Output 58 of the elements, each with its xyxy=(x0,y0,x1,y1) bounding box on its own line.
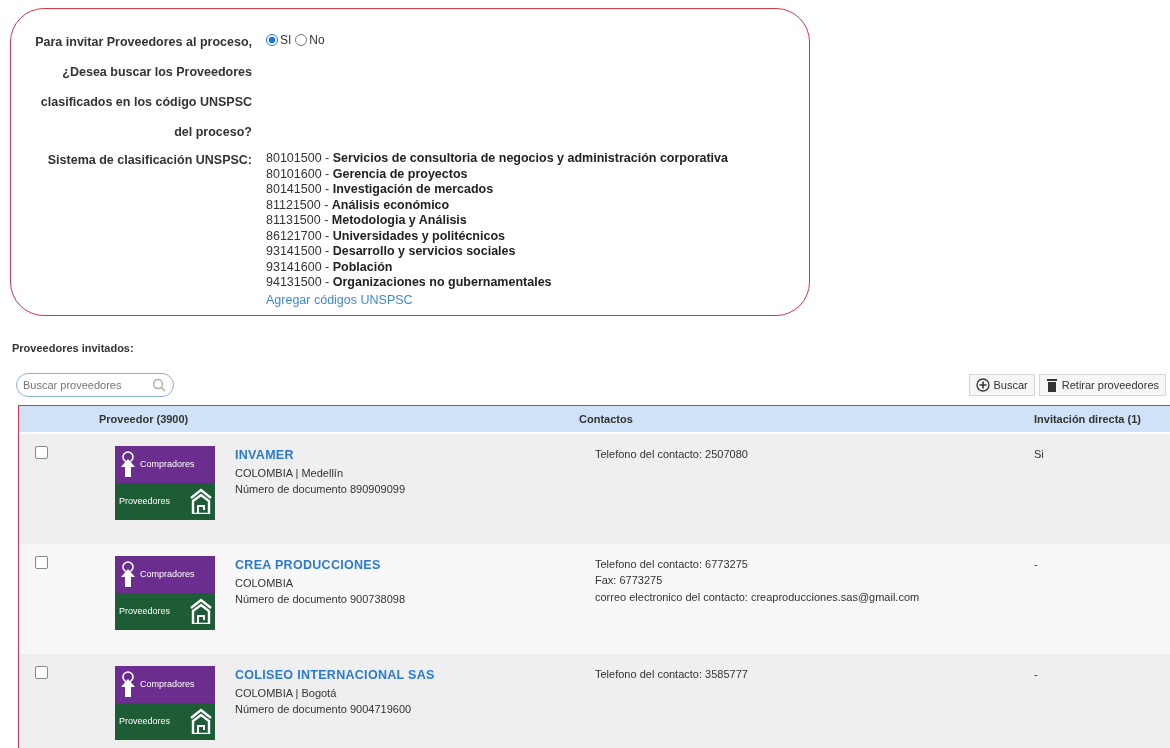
contact-text: correo electronico del contacto: creaproducciones.sas@gmail.com xyxy=(595,589,921,605)
question-label: Para invitar Proveedores al proceso, ¿Desea buscar los Proveedores clasificados en los código UNSPSC del proceso? xyxy=(34,34,253,141)
plus-circle-icon xyxy=(975,377,990,392)
code-item: 80101600 - Gerencia de proyectos xyxy=(266,166,469,182)
provider-name-link[interactable]: COLISEO INTERNACIONAL SAS xyxy=(235,667,435,682)
code-item: 80101500 - Servicios de consultoria de negocios y administración corporativa xyxy=(266,151,728,167)
logo-text: Compradores xyxy=(140,567,195,581)
provider-location: COLOMBIA | Bogotá xyxy=(235,685,338,701)
column-header: Proveedor (3900) xyxy=(99,412,189,425)
logo-text: Compradores xyxy=(140,457,195,471)
row-checkbox[interactable] xyxy=(35,555,48,569)
row-checkbox[interactable] xyxy=(35,445,48,459)
remove-button[interactable]: Retirar proveedores xyxy=(1038,373,1166,396)
column-header: Invitación directa (1) xyxy=(1034,412,1141,425)
provider-name-link[interactable]: CREA PRODUCCIONES xyxy=(235,557,381,572)
search-icon xyxy=(152,377,166,392)
code-item: 80141500 - Investigación de mercados xyxy=(266,182,495,198)
trash-icon xyxy=(1045,377,1058,392)
code-item: 93141600 - Población xyxy=(266,259,394,275)
code-item: 86121700 - Universidades y politécnicos xyxy=(266,228,507,244)
house-icon xyxy=(190,488,212,515)
invitation-text: - xyxy=(1034,667,1038,680)
radio-label[interactable]: No xyxy=(309,33,325,47)
contact-text: Telefono del contacto: 3585777 xyxy=(595,666,749,682)
provider-document: Número de documento 900738098 xyxy=(235,592,405,607)
logo-text: Compradores xyxy=(140,677,195,691)
logo-text: Proveedores xyxy=(119,494,171,508)
invitation-text: - xyxy=(1034,557,1038,570)
person-icon xyxy=(120,451,136,478)
invitation-text: Si xyxy=(1034,447,1044,460)
provider-document: Número de documento 9004719600 xyxy=(235,702,413,717)
provider-location: COLOMBIA xyxy=(235,575,295,591)
radio-button[interactable] xyxy=(295,34,308,46)
add-codes-link[interactable]: Agregar códigos UNSPSC xyxy=(266,292,413,307)
search-button[interactable]: Buscar xyxy=(968,373,1035,396)
column-header: Contactos xyxy=(579,412,633,425)
field-label: Sistema de clasificación UNSPSC: xyxy=(46,152,253,169)
logo-text: Proveedores xyxy=(119,604,171,618)
radio-button[interactable] xyxy=(266,34,278,46)
section-title: Proveedores invitados: xyxy=(12,341,135,357)
code-item: 93141500 - Desarrollo y servicios sociales xyxy=(266,244,517,260)
code-item: 94131500 - Organizaciones no gubernamentales xyxy=(266,275,553,291)
provider-name-link[interactable]: INVAMER xyxy=(235,447,294,462)
provider-document: Número de documento 890909099 xyxy=(235,482,405,497)
row-checkbox[interactable] xyxy=(35,665,48,679)
person-icon xyxy=(120,561,136,588)
logo-text: Proveedores xyxy=(119,714,171,728)
contact-text: Fax: 6773275 xyxy=(595,573,664,589)
house-icon xyxy=(190,598,212,625)
contact-text: Telefono del contacto: 2507080 xyxy=(595,446,749,462)
house-icon xyxy=(190,708,212,735)
person-icon xyxy=(120,671,136,698)
search-field[interactable]: Buscar proveedores xyxy=(16,372,174,397)
code-item: 81131500 - Metodologia y Análisis xyxy=(266,213,468,229)
code-item: 81121500 - Análisis económico xyxy=(266,197,451,213)
radio-label[interactable]: SI xyxy=(280,33,292,47)
provider-location: COLOMBIA | Medellín xyxy=(235,465,344,481)
contact-text: Telefono del contacto: 6773275 xyxy=(595,556,749,572)
